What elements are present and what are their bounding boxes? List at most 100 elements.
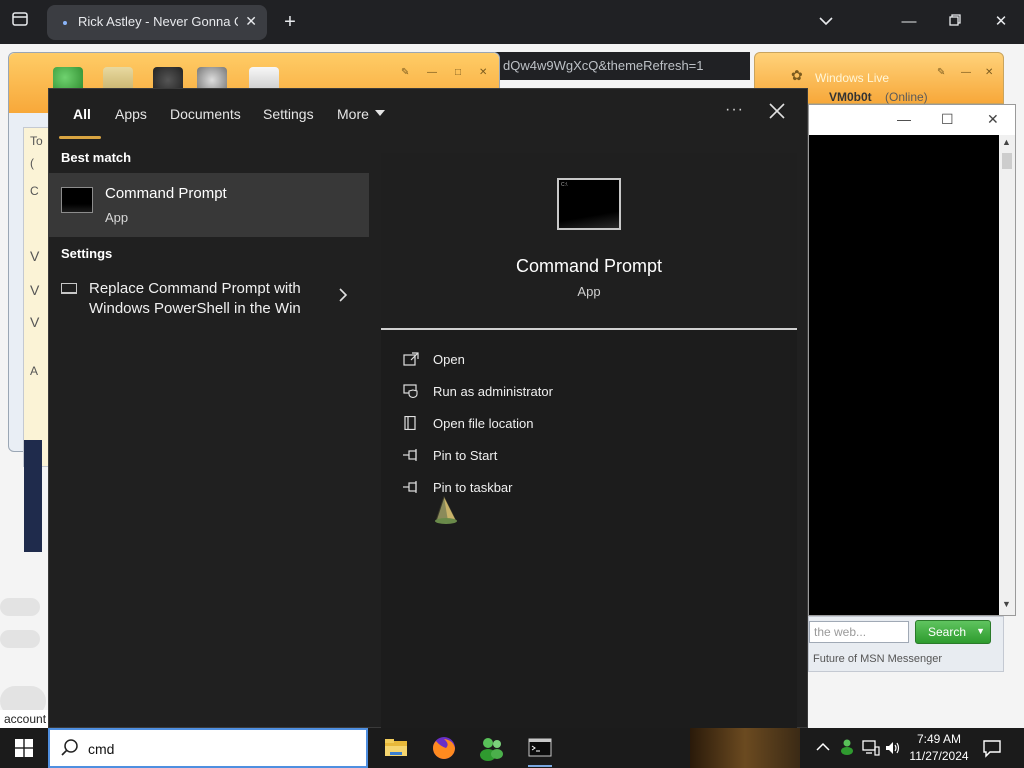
best-match-heading: Best match (61, 150, 132, 165)
tab-settings[interactable]: Settings (263, 106, 314, 122)
scroll-down-icon[interactable]: ▼ (1002, 599, 1011, 609)
console-titlebar: — ☐ ✕ (809, 105, 1015, 135)
action-label: Run as administrator (433, 384, 553, 399)
tab-title: Rick Astley - Never Gonna Give (78, 14, 238, 29)
tab-documents[interactable]: Documents (170, 106, 241, 122)
msn-side-row: To (30, 134, 43, 148)
search-icon (61, 739, 78, 756)
action-label: Open (433, 352, 465, 367)
msn-search-input[interactable]: the web... (809, 621, 909, 643)
msn-username[interactable]: VM0b0t (829, 90, 872, 104)
show-hidden-icons-icon[interactable] (816, 740, 830, 755)
tab-actions-icon[interactable] (8, 10, 32, 34)
msn-minimize-icon[interactable]: — (427, 67, 437, 78)
network-icon[interactable] (862, 740, 880, 759)
placeholder-bar (0, 630, 40, 648)
msn-search-bar: the web... Search ▼ Future of MSN Messen… (808, 616, 1004, 672)
best-match-result[interactable]: Command Prompt App (49, 173, 369, 237)
minimize-icon[interactable]: — (897, 10, 921, 34)
msn-side-row: C (30, 184, 39, 198)
console-minimize-icon[interactable]: — (897, 111, 911, 127)
browser-titlebar: Rick Astley - Never Gonna Give ✕ + — ✕ (0, 0, 1024, 44)
tab-all[interactable]: All (73, 106, 91, 122)
browser-tab-active[interactable]: Rick Astley - Never Gonna Give ✕ (47, 5, 267, 40)
msn-side-row: ( (30, 156, 34, 170)
action-pin-to-start[interactable]: Pin to Start (403, 444, 703, 470)
settings-heading: Settings (61, 246, 113, 261)
notification-icon[interactable] (982, 738, 1002, 758)
tab-more[interactable]: More (337, 106, 369, 122)
action-open[interactable]: Open (403, 348, 703, 374)
tab-close-icon[interactable]: ✕ (245, 13, 257, 30)
results-list: Best match Command Prompt App Settings R… (49, 141, 369, 729)
preview-divider (381, 328, 797, 330)
msn-close-icon[interactable]: ✕ (479, 67, 487, 78)
msn-side-row: V (30, 248, 40, 264)
command-prompt-taskbar-icon[interactable] (520, 732, 560, 767)
start-button[interactable] (0, 728, 48, 768)
action-label: Open file location (433, 416, 534, 431)
clock-date: 11/27/2024 (909, 749, 969, 763)
console-scrollbar[interactable]: ▲ ▼ (999, 135, 1015, 615)
preview-app-type: App (577, 284, 601, 299)
console-output[interactable] (809, 135, 999, 615)
close-window-icon[interactable]: ✕ (989, 10, 1013, 34)
msn-messenger-icon[interactable] (472, 732, 512, 764)
firefox-icon[interactable] (424, 732, 464, 764)
file-explorer-icon[interactable] (376, 732, 416, 764)
preview-header: C:\ Command Prompt App (381, 153, 797, 329)
tab-list-chevron-icon[interactable] (814, 10, 838, 34)
command-prompt-large-icon: C:\ (557, 178, 621, 230)
busy-cursor-icon (435, 495, 457, 524)
msn-pin-icon[interactable]: ✎ (937, 67, 945, 78)
more-caret-icon[interactable] (375, 110, 385, 116)
msn-close-icon[interactable]: ✕ (985, 67, 993, 78)
dropdown-arrow-icon[interactable]: ▼ (976, 626, 985, 636)
msn-logo-icon: ✿ (791, 67, 803, 83)
account-label[interactable]: account (0, 710, 50, 728)
windows-search-panel: All Apps Documents Settings More ··· Bes… (48, 88, 808, 729)
msn-footer-link[interactable]: Future of MSN Messenger (813, 653, 942, 665)
windows-logo-icon (15, 739, 33, 757)
search-filter-tabs: All Apps Documents Settings More ··· (49, 89, 807, 141)
active-tab-indicator (59, 136, 101, 139)
open-icon (403, 352, 419, 366)
pin-icon (403, 449, 417, 461)
shield-icon (403, 384, 418, 398)
scroll-up-icon[interactable]: ▲ (1002, 137, 1011, 147)
msn-side-row: V (30, 282, 40, 298)
console-close-icon[interactable]: ✕ (987, 111, 999, 128)
msn-restore-icon[interactable]: □ (455, 67, 461, 78)
address-bar[interactable]: dQw4w9WgXcQ&themeRefresh=1 (495, 52, 750, 80)
scroll-thumb[interactable] (1002, 153, 1012, 169)
best-match-type: App (105, 210, 129, 225)
tab-apps[interactable]: Apps (115, 106, 147, 122)
taskbar-search-input[interactable]: cmd (48, 728, 368, 768)
search-query: cmd (88, 741, 115, 757)
new-tab-icon[interactable]: + (278, 10, 302, 34)
action-label: Pin to taskbar (433, 480, 513, 495)
console-glyph-icon: C:\ (561, 182, 568, 188)
taskbar-wallpaper-strip (690, 728, 800, 768)
msn-side-row: A (30, 364, 39, 378)
settings-result[interactable]: Replace Command Prompt with Windows Powe… (49, 277, 369, 329)
console-maximize-icon[interactable]: ☐ (941, 111, 954, 128)
placeholder-bar (0, 598, 40, 616)
msn-status[interactable]: (Online) (885, 90, 928, 104)
clock[interactable]: 7:49 AM 11/27/2024 (900, 731, 978, 765)
clock-time: 7:49 AM (916, 732, 962, 746)
action-run-as-admin[interactable]: Run as administrator (403, 380, 703, 406)
restore-icon[interactable] (943, 10, 967, 34)
msn-minimize-icon[interactable]: — (961, 67, 971, 78)
msn-pin-icon[interactable]: ✎ (401, 67, 409, 78)
settings-result-text: Replace Command Prompt with Windows Powe… (89, 280, 301, 317)
more-options-icon[interactable]: ··· (725, 101, 744, 119)
file-location-icon (404, 416, 416, 430)
chevron-right-icon[interactable] (337, 287, 349, 303)
close-icon[interactable] (765, 99, 789, 123)
display-settings-icon (61, 283, 77, 294)
msn-tray-icon[interactable] (838, 738, 856, 759)
action-open-file-location[interactable]: Open file location (403, 412, 703, 438)
result-preview-pane: C:\ Command Prompt App Open Run as admin… (381, 153, 797, 729)
msn-search-button[interactable]: Search ▼ (915, 620, 991, 644)
